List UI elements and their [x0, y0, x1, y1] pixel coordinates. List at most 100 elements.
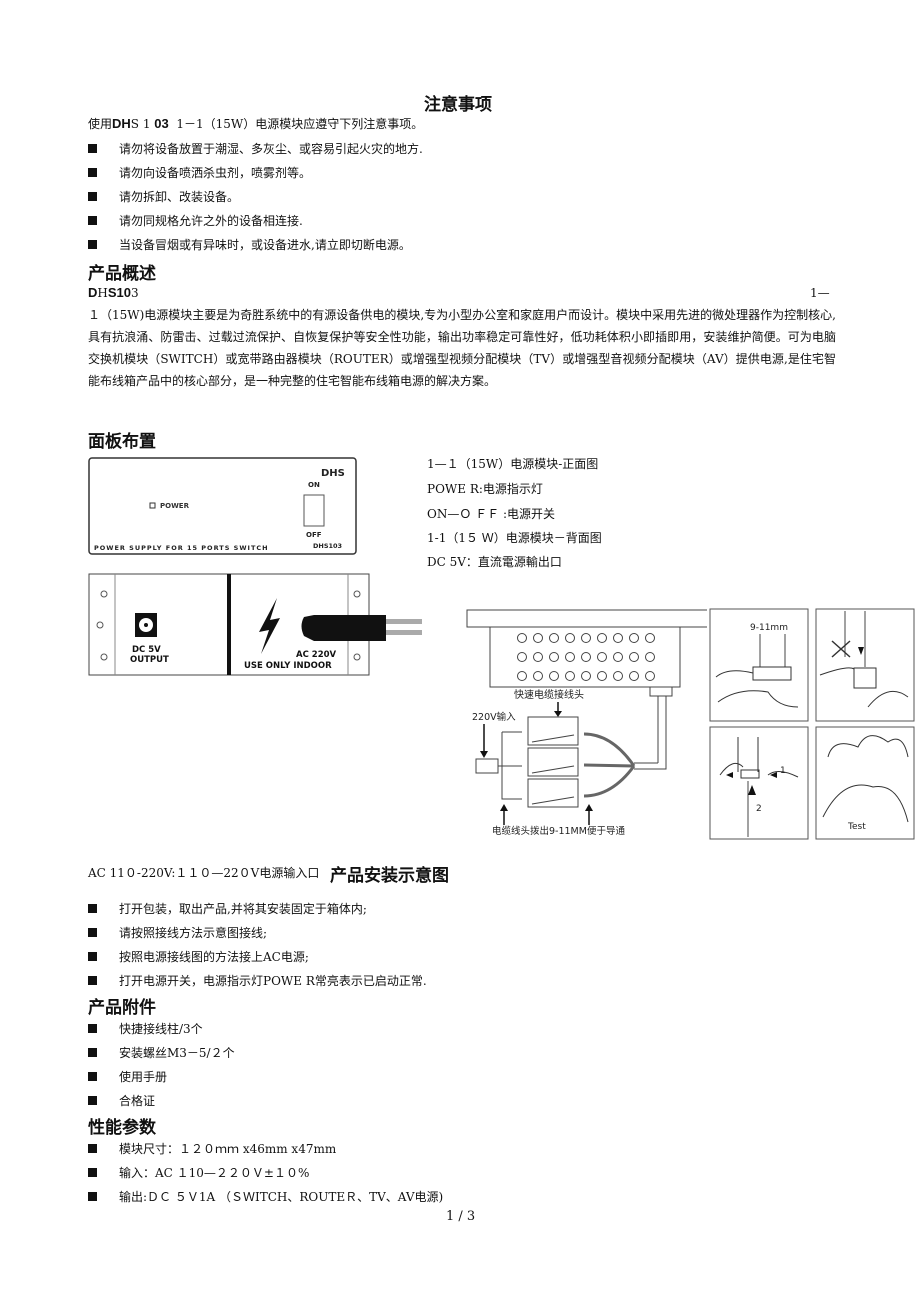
bullet-icon	[88, 168, 97, 177]
output-wires	[583, 732, 636, 798]
list-item: 安装螺丝M3－5/２个	[88, 1044, 235, 1061]
ac-plug-icon	[301, 615, 386, 641]
list-item-text: 模块尺寸：１２０ｍｍ x46mm x47mm	[119, 1142, 337, 1156]
wiring-diagram: 快速电缆接线头 220V输入 电缆线头拨出9-11MM便于导通	[466, 609, 707, 837]
notice-title: 注意事项	[424, 95, 492, 115]
strip-label: 电缆线头拨出9-11MM便于导通	[492, 825, 625, 837]
list-item: 请勿将设备放置于潮湿、多灰尘、或容易引起火灾的地方.	[88, 140, 423, 157]
arrow-head	[500, 804, 508, 811]
list-item: 按照电源接线图的方法接上AC电源;	[88, 948, 309, 965]
indoor-label: USE ONLY INDOOR	[244, 661, 332, 671]
list-item: 合格证	[88, 1092, 155, 1109]
specs-title: 性能参数	[88, 1118, 156, 1138]
list-item-text: 输入：AC １10—２２０Ｖ±１０%	[119, 1166, 310, 1180]
input-cable	[475, 758, 499, 774]
list-item: 输入：AC １10—２２０Ｖ±１０%	[88, 1164, 309, 1181]
connector-block	[527, 747, 579, 777]
list-item: 输出:ＤＣ ５Ｖ1A （ＳＷITCH、ROUTEＲ、TV、AV电源)	[88, 1188, 443, 1205]
ac-cable-wire	[386, 630, 422, 635]
test-label: Test	[847, 822, 866, 832]
cable-gland	[649, 686, 673, 697]
accessories-title: 产品附件	[88, 998, 156, 1018]
connector-block	[527, 716, 579, 746]
arrow-label-2: 2	[756, 804, 762, 814]
bullet-icon	[88, 1024, 97, 1033]
panel-title: 面板布置	[88, 432, 156, 452]
intro-model-c: 03	[154, 116, 169, 131]
intro-suffix: 1－1（15W）电源模块应遵守下列注意事项。	[168, 117, 424, 131]
overview-paragraph: １（15W)电源模块主要是为奇胜系统中的有源设备供电的模块,专为小型办公室和家庭…	[88, 308, 836, 388]
list-item-text: 请勿将设备放置于潮湿、多灰尘、或容易引起火灾的地方.	[119, 142, 423, 156]
front-panel-diagram: POWER DHS ON OFF POWER SUPPLY FOR 15 POR…	[88, 457, 357, 555]
model-part: D	[88, 285, 98, 300]
model-part: H	[97, 286, 108, 300]
switch-off-label: OFF	[306, 531, 322, 539]
model-part: 3	[131, 286, 139, 300]
bullet-icon	[88, 976, 97, 985]
dc-jack-pin	[144, 623, 148, 627]
bullet-icon	[88, 240, 97, 249]
list-item: 请勿拆卸、改装设备。	[88, 188, 239, 205]
ac-label: AC 220V	[296, 650, 337, 660]
page-number: 1 / 3	[446, 1209, 476, 1224]
list-item: 使用手册	[88, 1068, 167, 1085]
module-top-plate	[466, 609, 707, 628]
list-item: 打开电源开关，电源指示灯POWE R常亮表示已启动正常.	[88, 972, 427, 989]
list-item-text: 打开电源开关，电源指示灯POWE R常亮表示已启动正常.	[119, 974, 427, 988]
intro-prefix: 使用	[88, 117, 113, 131]
bullet-icon	[88, 1048, 97, 1057]
notice-intro: 使用DHS 1 03 1－1（15W）电源模块应遵守下列注意事项。	[88, 116, 424, 132]
arrow-label-1: 1	[780, 766, 786, 776]
bullet-icon	[88, 1096, 97, 1105]
overview-model: DHS103	[88, 285, 139, 301]
list-item-text: 按照电源接线图的方法接上AC电源;	[119, 950, 309, 964]
back-panel-diagram: DC 5V OUTPUT AC 220V USE ONLY INDOOR	[88, 573, 422, 676]
panel-caption: 1—１（15W）电源模块-正面图	[427, 457, 599, 471]
bullet-icon	[88, 144, 97, 153]
input-wires	[496, 731, 522, 800]
list-item-text: 输出:ＤＣ ５Ｖ1A （ＳＷITCH、ROUTEＲ、TV、AV电源)	[119, 1190, 444, 1204]
dc-label-1: DC 5V	[132, 645, 161, 655]
bullet-icon	[88, 192, 97, 201]
list-item-text: 安装螺丝M3－5/２个	[119, 1046, 235, 1060]
list-item-text: 快捷接线柱/3个	[119, 1022, 203, 1036]
bullet-icon	[88, 1192, 97, 1201]
bullet-icon	[88, 1144, 97, 1153]
list-item: 请勿同规格允许之外的设备相连接.	[88, 212, 303, 229]
wiring-steps-diagram: 9-11mm 1 2 Test	[709, 608, 915, 840]
list-item: 模块尺寸：１２０ｍｍ x46mm x47mm	[88, 1140, 336, 1157]
bullet-icon	[88, 928, 97, 937]
intro-model-b: S 1	[130, 117, 155, 131]
list-item-text: 请勿拆卸、改装设备。	[119, 190, 240, 204]
connector-icon	[853, 667, 877, 689]
list-item: 请按照接线方法示意图接线;	[88, 924, 267, 941]
measure-label: 9-11mm	[750, 623, 788, 633]
list-item-text: 请勿向设备喷洒杀虫剂，喷雾剂等。	[119, 166, 312, 180]
bullet-icon	[88, 1072, 97, 1081]
front-footer: POWER SUPPLY FOR 15 PORTS SWITCH	[94, 544, 269, 552]
panel-caption: DC 5V：直流電源輸出口	[427, 555, 562, 569]
overview-title: 产品概述	[88, 264, 156, 284]
main-cable	[634, 696, 667, 770]
connector-icon	[740, 769, 760, 779]
list-item-text: 当设备冒烟或有异味时，或设备进水,请立即切断电源。	[119, 238, 411, 252]
switch-on-label: ON	[308, 481, 320, 489]
list-item: 请勿向设备喷洒杀虫剂，喷雾剂等。	[88, 164, 311, 181]
list-item-text: 合格证	[119, 1094, 156, 1108]
bullet-icon	[88, 904, 97, 913]
quick-connector-label: 快速电缆接线头	[514, 688, 584, 701]
list-item: 快捷接线柱/3个	[88, 1020, 203, 1037]
bullet-icon	[88, 216, 97, 225]
panel-caption: 1-1（1５ Ｗ）电源模块－背面图	[427, 531, 602, 545]
connector-icon	[752, 666, 792, 681]
step-panel-3	[709, 726, 809, 840]
list-item-text: 使用手册	[119, 1070, 168, 1084]
install-title: 产品安装示意图	[330, 866, 449, 886]
list-item-text: 请勿同规格允许之外的设备相连接.	[119, 214, 303, 228]
power-switch[interactable]	[303, 494, 325, 527]
list-item-text: 打开包装，取出产品,并将其安装固定于箱体内;	[119, 902, 367, 916]
intro-model-a: DH	[112, 116, 131, 131]
model-part: S10	[107, 285, 131, 300]
input-label: 220V输入	[472, 711, 516, 723]
bullet-icon	[88, 1168, 97, 1177]
